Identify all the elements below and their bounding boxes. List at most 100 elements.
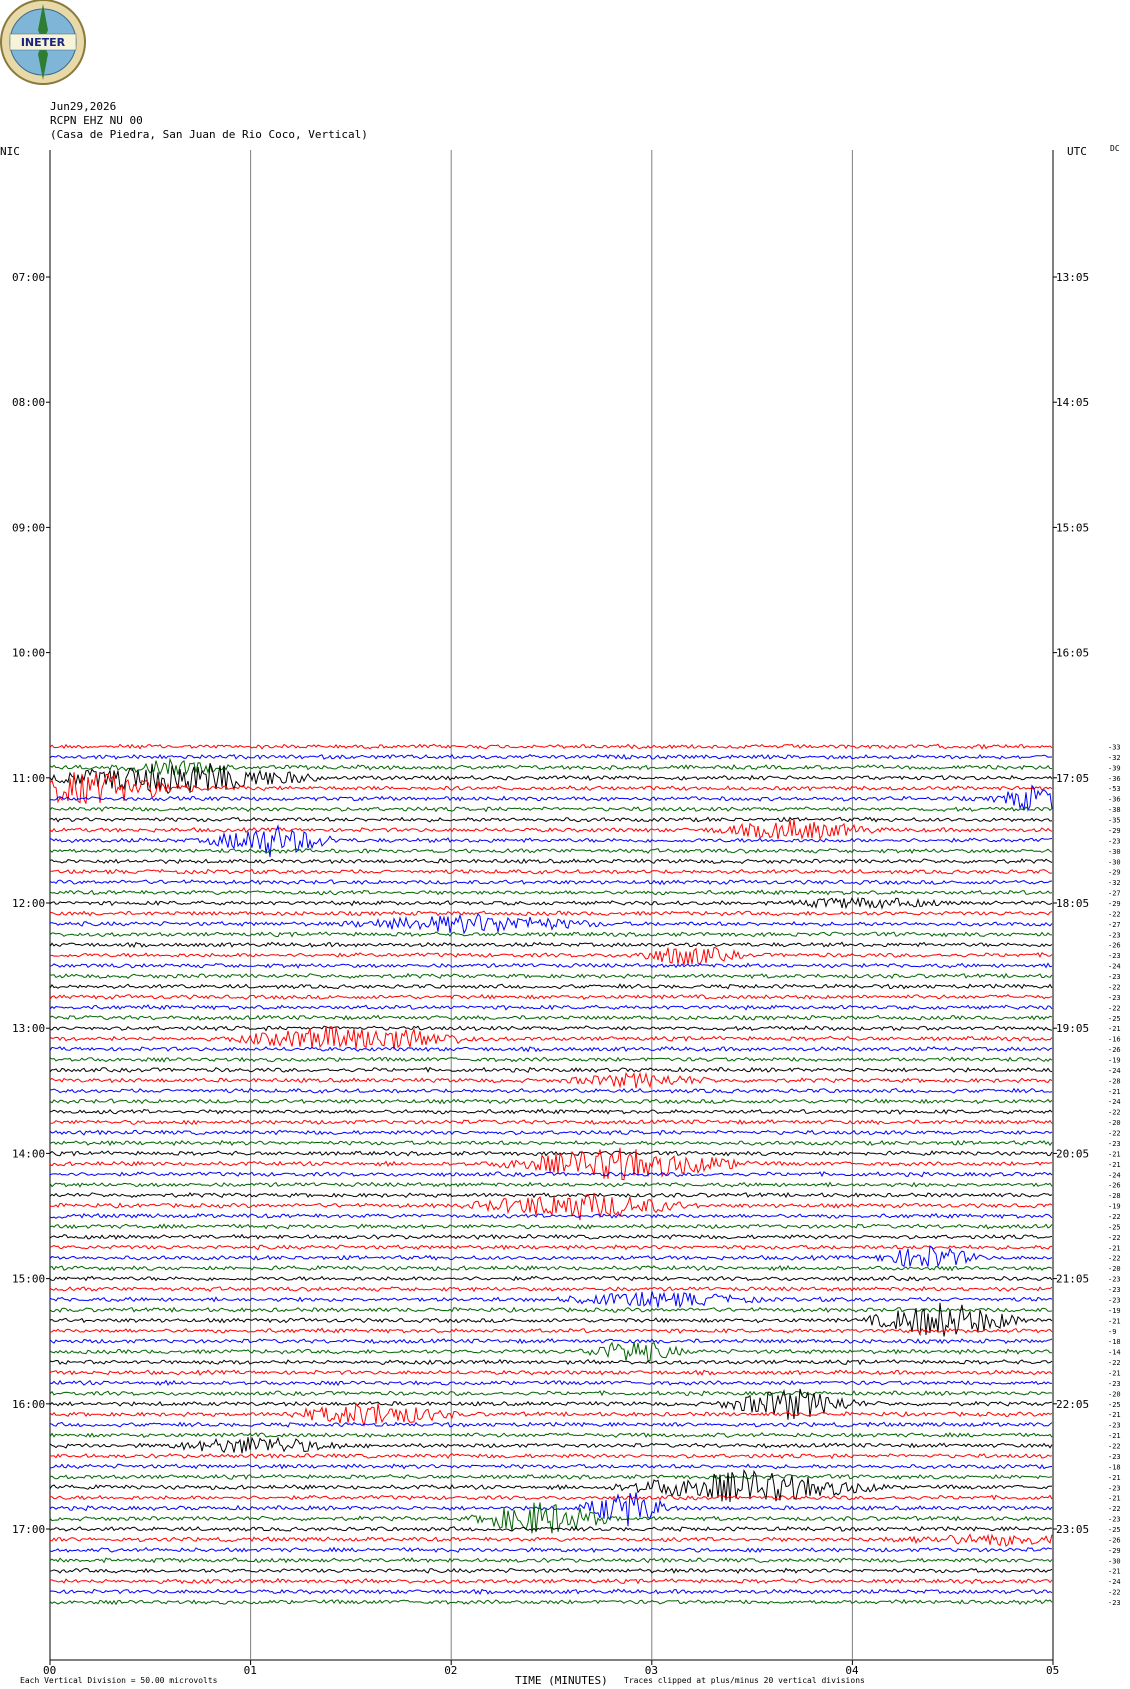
dc-offset-value: -23	[1108, 1599, 1121, 1607]
dc-offset-value: -25	[1108, 1526, 1121, 1534]
trace-green	[49, 1056, 1053, 1063]
x-axis-title: TIME (MINUTES)	[515, 1674, 608, 1687]
dc-offset-value: -20	[1108, 1119, 1121, 1127]
trace-blue	[49, 1546, 1053, 1553]
dc-offset-value: -21	[1108, 1025, 1121, 1033]
trace-red	[49, 947, 1053, 966]
trace-blue	[49, 1004, 1053, 1011]
right-hour-label: 14:05	[1056, 396, 1089, 409]
dc-offset-value: -22	[1108, 1234, 1121, 1242]
dc-offset-value: -23	[1108, 1380, 1121, 1388]
trace-blue	[49, 1421, 1053, 1428]
dc-offset-value: -38	[1108, 806, 1121, 814]
dc-offset-value: -21	[1108, 1088, 1121, 1096]
dc-offset-value: -24	[1108, 1171, 1121, 1179]
trace-black	[49, 816, 1053, 823]
trace-green	[49, 1264, 1053, 1272]
trace-red	[49, 1369, 1053, 1376]
dc-offset-value: -35	[1108, 817, 1121, 825]
dc-offset-value: -36	[1108, 775, 1121, 783]
x-tick-label: 01	[244, 1664, 257, 1677]
dc-offset-value: -14	[1108, 1349, 1121, 1357]
dc-offset-value: -26	[1108, 1536, 1121, 1544]
dc-offset-value: -23	[1108, 1484, 1121, 1492]
trace-blue	[49, 1588, 1053, 1595]
trace-black	[49, 1150, 1053, 1157]
dc-offset-value: -22	[1108, 910, 1121, 918]
trace-black	[49, 1233, 1053, 1241]
dc-offset-value: -23	[1108, 1276, 1121, 1284]
trace-red	[49, 1453, 1053, 1460]
dc-offset-value: -29	[1108, 1547, 1121, 1555]
left-hour-label: 11:00	[12, 772, 45, 785]
dc-offset-value: -22	[1108, 1505, 1121, 1513]
trace-red	[49, 1402, 1053, 1427]
dc-offset-value: -21	[1108, 1411, 1121, 1419]
dc-offset-value: -22	[1108, 1443, 1121, 1451]
trace-black	[49, 1275, 1053, 1282]
dc-offset-value: -21	[1108, 1474, 1121, 1482]
trace-blue	[49, 1379, 1053, 1387]
trace-blue	[49, 1338, 1053, 1345]
dc-offset-value: -24	[1108, 1067, 1121, 1075]
dc-offset-value: -23	[1108, 1453, 1121, 1461]
dc-offset-value: -23	[1108, 931, 1121, 939]
x-tick-label: 02	[444, 1664, 457, 1677]
trace-red	[49, 868, 1053, 875]
dc-offset-value: -26	[1108, 942, 1121, 950]
scale-note: Each Vertical Division = 50.00 microvolt…	[20, 1676, 218, 1685]
left-hour-label: 13:00	[12, 1022, 45, 1035]
dc-offset-value: -9	[1108, 1328, 1116, 1336]
right-hour-label: 22:05	[1056, 1398, 1089, 1411]
dc-offset-value: -25	[1108, 1015, 1121, 1023]
header-date: Jun29,2026	[50, 100, 116, 113]
dc-offset-value: -36	[1108, 796, 1121, 804]
trace-green	[49, 1014, 1053, 1021]
dc-offset-value: -21	[1108, 1161, 1121, 1169]
trace-blue	[49, 1087, 1053, 1094]
dc-offset-value: -21	[1108, 1150, 1121, 1158]
right-hour-label: 16:05	[1056, 647, 1089, 660]
dc-offset-column: -33 -32 -39 -36 -53 -36 -38 -35 -29 -23 -30 -30 -29 -…	[1108, 744, 1121, 1608]
trace-green	[49, 806, 1053, 813]
dc-offset-value: -22	[1108, 1255, 1121, 1263]
dc-offset-value: -19	[1108, 1307, 1121, 1315]
trace-red	[49, 1026, 1053, 1050]
trace-red	[49, 910, 1053, 917]
trace-green	[49, 1341, 1053, 1362]
seismic-traces	[49, 743, 1053, 1606]
right-hour-label: 18:05	[1056, 897, 1089, 910]
trace-green	[49, 757, 1053, 776]
dc-offset-value: -23	[1108, 1516, 1121, 1524]
helicorder-chart: INETER Jun29,2026 RCPN EHZ NU 00 (Casa d…	[0, 0, 1121, 1687]
trace-green	[49, 931, 1053, 938]
right-hour-label: 23:05	[1056, 1523, 1089, 1536]
trace-red	[49, 819, 1053, 841]
right-hour-label: 15:05	[1056, 521, 1089, 534]
trace-red	[49, 1071, 1053, 1089]
dc-offset-value: -21	[1108, 1317, 1121, 1325]
dc-offset-value: -23	[1108, 994, 1121, 1002]
dc-offset-value: -23	[1108, 1140, 1121, 1148]
dc-offset-value: -23	[1108, 952, 1121, 960]
trace-red	[49, 1285, 1053, 1293]
left-hour-label: 16:00	[12, 1398, 45, 1411]
dc-offset-value: -29	[1108, 827, 1121, 835]
logo-text: INETER	[21, 36, 66, 49]
dc-offset-value: -18	[1108, 1338, 1121, 1346]
trace-black	[49, 1066, 1053, 1074]
dc-offset-value: -21	[1108, 1432, 1121, 1440]
trace-green	[49, 1598, 1053, 1606]
dc-label: DC	[1110, 144, 1120, 153]
dc-offset-value: -53	[1108, 785, 1121, 793]
dc-offset-value: -30	[1108, 858, 1121, 866]
left-hour-label: 17:00	[12, 1523, 45, 1536]
trace-green	[49, 1473, 1053, 1481]
trace-blue	[49, 1291, 1053, 1309]
trace-blue	[49, 1046, 1053, 1053]
dc-offset-value: -22	[1108, 1589, 1121, 1597]
left-hour-label: 10:00	[12, 647, 45, 660]
right-hour-label: 20:05	[1056, 1147, 1089, 1160]
trace-black	[49, 1358, 1053, 1366]
trace-blue	[49, 962, 1053, 969]
